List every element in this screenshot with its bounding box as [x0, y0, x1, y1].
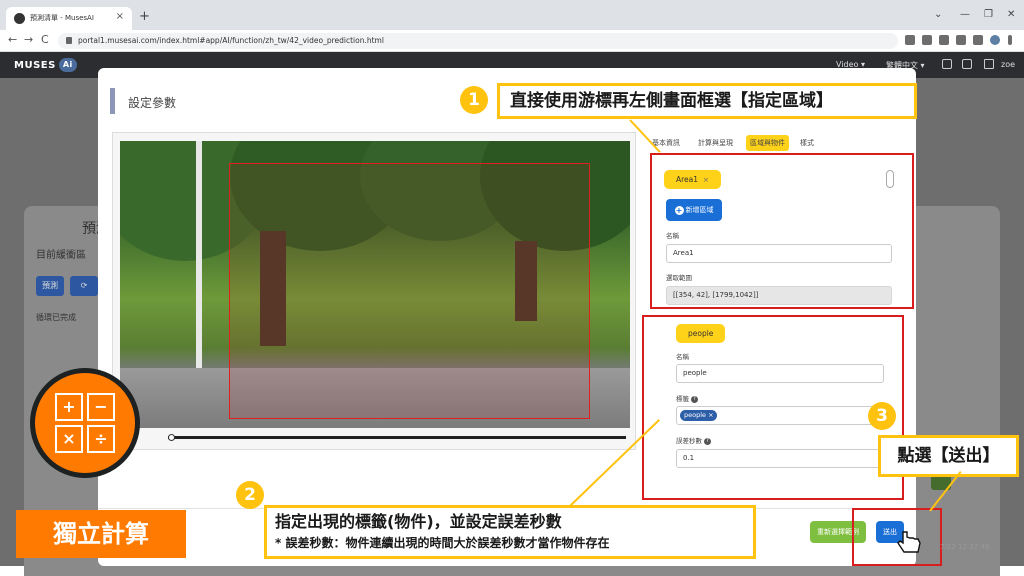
add-area-button[interactable]: + 新增區域 [666, 199, 722, 221]
timestamp-text: 7/22 12:37:49 [940, 543, 990, 551]
range-value-field: [[354, 42], [1799,1042]] [666, 286, 892, 305]
lamp-pole [196, 141, 202, 368]
tab-search-icon[interactable]: ⌄ [934, 10, 942, 20]
step-1-number: 1 [460, 86, 488, 114]
help-icon: ? [704, 437, 711, 445]
tolerance-input[interactable]: 0.1 [676, 449, 884, 468]
favicon-icon [14, 13, 25, 24]
times-icon: × [55, 425, 83, 453]
chip-close-icon: × [703, 176, 709, 184]
status-text: 循環已完成 [36, 313, 76, 322]
logout-icon[interactable] [984, 59, 994, 69]
browser-tab[interactable]: 預測清單 - MusesAI × [6, 7, 132, 30]
restore-button[interactable]: ❐ [984, 10, 993, 20]
back-button[interactable]: ← [8, 34, 17, 46]
url-text: portal1.musesai.com/index.html#app/AI/fu… [78, 36, 384, 45]
bookmark-star-icon[interactable] [956, 35, 966, 45]
forward-button[interactable]: → [24, 34, 33, 46]
user-name[interactable]: zoe [1001, 60, 1015, 69]
url-input[interactable]: portal1.musesai.com/index.html#app/AI/fu… [58, 33, 898, 49]
object-name-label: 名稱 [676, 353, 689, 361]
video-progress-knob[interactable] [168, 434, 175, 441]
help-icon: ? [691, 395, 698, 403]
step-2-number: 2 [236, 481, 264, 509]
share-icon[interactable] [939, 35, 949, 45]
object-chip[interactable]: people [676, 324, 726, 343]
plus-icon: + [55, 393, 83, 421]
lock-icon [66, 37, 72, 44]
tab-close-icon[interactable]: × [116, 11, 124, 22]
tag-pill-close-icon: × [708, 411, 714, 419]
area-chip[interactable]: Area1 × [664, 170, 721, 189]
close-window-button[interactable]: ✕ [1007, 10, 1015, 20]
browser-menu-icon[interactable] [1008, 35, 1012, 45]
scroll-icon [886, 170, 894, 188]
modal-title: 設定參數 [128, 96, 177, 110]
selected-area-rectangle[interactable] [229, 163, 590, 419]
fullscreen-icon[interactable] [962, 59, 972, 69]
refresh-button[interactable]: ⟳ [70, 276, 98, 296]
video-progress-bar[interactable] [168, 436, 626, 439]
predict-button[interactable]: 預測 [36, 276, 64, 296]
minimize-button[interactable]: — [960, 10, 970, 20]
step-1-callout: 直接使用游標再左側畫面框選【指定區域】 [497, 83, 917, 119]
sidebar-icon[interactable] [973, 35, 983, 45]
buffer-subtitle: 目前緩衝區 [36, 250, 86, 261]
area-name-input[interactable]: Area1 [666, 244, 892, 263]
hand-cursor-icon [897, 531, 921, 553]
tag-pill: people × [680, 410, 717, 421]
tag-label: 標籤? [676, 393, 698, 403]
range-label: 選取範圍 [666, 274, 692, 282]
settings-icon[interactable] [942, 59, 952, 69]
reload-button[interactable]: C [41, 34, 49, 46]
divide-icon: ÷ [87, 425, 115, 453]
tag-select[interactable]: people × [676, 406, 884, 425]
zoom-icon[interactable] [922, 35, 932, 45]
plus-icon: + [674, 205, 684, 215]
step-2-text: 指定出現的標籤(物件)，並設定誤差秒數 [275, 512, 562, 531]
step-3-number: 3 [868, 402, 896, 430]
area-name-label: 名稱 [666, 232, 679, 240]
object-name-input[interactable]: people [676, 364, 884, 383]
tolerance-label: 誤差秒數? [676, 435, 711, 445]
browser-tab-bar: 預測清單 - MusesAI × + ⌄ — ❐ ✕ [0, 0, 1024, 30]
calculator-badge: + − × ÷ [30, 368, 140, 478]
new-tab-button[interactable]: + [139, 10, 150, 23]
minus-icon: − [87, 393, 115, 421]
tab-area-object[interactable]: 區域與物件 [746, 135, 789, 151]
step-3-callout: 點選【送出】 [878, 435, 1019, 477]
modal-title-accent [110, 88, 115, 114]
translate-icon[interactable] [905, 35, 915, 45]
profile-avatar[interactable] [990, 35, 1000, 45]
tab-style[interactable]: 樣式 [796, 135, 818, 151]
step-2-callout: 指定出現的標籤(物件)，並設定誤差秒數 * 誤差秒數：物件連續出現的時間大於誤差… [264, 505, 756, 559]
independent-compute-label: 獨立計算 [16, 510, 186, 558]
address-bar-row: ← → C portal1.musesai.com/index.html#app… [0, 30, 1024, 52]
app-logo[interactable]: MUSES Ai [14, 58, 77, 72]
tab-compute-display[interactable]: 計算與呈現 [694, 135, 737, 151]
step-2-note: * 誤差秒數：物件連續出現的時間大於誤差秒數才當作物件存在 [275, 536, 610, 550]
browser-tab-title: 預測清單 - MusesAI [30, 14, 94, 22]
calculator-icon: + − × ÷ [55, 393, 115, 453]
